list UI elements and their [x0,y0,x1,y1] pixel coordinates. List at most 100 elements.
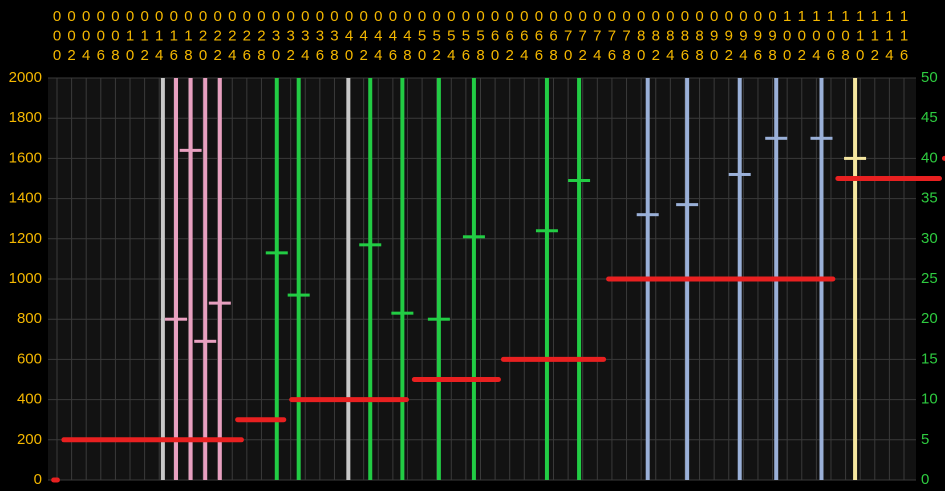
right-axis-tick: 50 [921,69,938,86]
vertical-bar [471,78,476,480]
step-segment [61,437,244,443]
vertical-bar [853,78,858,480]
bar-marker [287,293,310,297]
chart: 0 0 00 0 20 0 40 0 60 0 80 1 00 1 20 1 40 1 60 1 80 2 00 2 20 2 40… [9,8,945,488]
vertical-bar [217,78,222,480]
top-axis-label: 106 [827,8,835,64]
top-axis-label: 026 [243,8,251,64]
left-axis-tick: 1200 [9,230,42,247]
top-axis-label: 066 [535,8,543,64]
top-axis-label: 048 [403,8,411,64]
top-axis-label: 014 [155,8,163,64]
top-axis-label: 094 [739,8,747,64]
vertical-bar [544,78,549,480]
top-axis-label: 040 [345,8,353,64]
top-axis-label: 098 [768,8,776,64]
right-axis-tick: 30 [921,230,938,247]
right-axis-tick: 25 [921,270,938,287]
top-axis-label: 058 [476,8,484,64]
left-axis-tick: 1400 [9,190,42,207]
top-axis-label: 036 [316,8,324,64]
right-axis-tick: 35 [921,190,938,207]
left-axis-tick: 1800 [9,109,42,126]
top-axis-label: 016 [170,8,178,64]
top-axis-label: 032 [286,8,294,64]
right-axis-tick: 40 [921,149,938,166]
left-axis-tick: 400 [17,391,42,408]
bar-marker [208,301,231,305]
right-axis-tick: 20 [921,310,938,327]
top-axis-label: 078 [622,8,630,64]
left-axis-tick: 2000 [9,69,42,86]
right-axis-labels: 0 5 10 15 20 25 30 35 40 45 50 [921,69,938,488]
bar-marker [391,311,414,315]
left-axis-tick: 600 [17,350,42,367]
top-axis-label: 006 [97,8,105,64]
top-axis-label: 024 [228,8,236,64]
top-axis-label: 046 [389,8,397,64]
top-axis-label: 092 [725,8,733,64]
top-axis-label: 116 [900,8,908,64]
vertical-bar [346,78,351,480]
right-axis-tick: 10 [921,391,938,408]
top-axis-label: 070 [564,8,572,64]
bar-marker [194,339,217,343]
right-axis-tick: 5 [921,431,929,448]
left-axis-labels: 0 200 400 600 800 1000 1200 1400 1600 1800 2000 [9,69,42,488]
step-segment [835,176,942,181]
top-axis-label: 034 [301,8,309,64]
top-axis-label: 010 [126,8,134,64]
top-axis-label: 096 [754,8,762,64]
bar-marker [462,235,485,239]
bar-marker [810,136,833,140]
top-axis-label: 022 [213,8,221,64]
bar-marker [265,251,288,255]
top-axis-label: 088 [695,8,703,64]
top-axis-label: 100 [783,8,791,64]
top-axis-label: 110 [856,8,864,64]
bar-marker [676,203,699,207]
top-axis-label: 062 [506,8,514,64]
top-axis-label: 052 [433,8,441,64]
vertical-bar [400,78,405,480]
bar-marker [165,317,188,321]
top-axis-label: 102 [798,8,806,64]
top-axis-label: 054 [447,8,455,64]
left-axis-tick: 1600 [9,149,42,166]
bar-marker [636,213,659,217]
top-axis-label: 002 [67,8,75,64]
top-axis-label: 020 [199,8,207,64]
top-axis-label: 090 [710,8,718,64]
bar-marker [535,229,558,233]
left-axis-tick: 200 [17,431,42,448]
top-axis-label: 112 [871,8,879,64]
vertical-bar [174,78,179,480]
vertical-bar [368,78,373,480]
top-axis-label: 068 [549,8,557,64]
top-axis-label: 084 [666,8,674,64]
top-axis-label: 038 [330,8,338,64]
left-axis-tick: 0 [34,471,42,488]
bar-marker [427,317,450,321]
bar-marker [844,156,867,160]
top-axis-label: 012 [140,8,148,64]
vertical-bar [203,78,208,480]
top-axis-label: 114 [885,8,893,64]
step-segment [289,397,409,403]
top-axis-label: 030 [272,8,280,64]
right-axis-tick: 15 [921,350,938,367]
top-axis-label: 064 [520,8,528,64]
vertical-bar [436,78,441,480]
step-segment [606,276,836,282]
vertical-bar [160,78,165,480]
vertical-bar [577,78,582,480]
left-axis-tick: 800 [17,310,42,327]
bar-marker [765,136,788,140]
step-segment [500,356,607,362]
top-axis-label: 018 [184,8,192,64]
step-segment [411,377,501,382]
bar-marker [568,179,591,183]
bar-marker [728,172,751,176]
vertical-bar [188,78,193,480]
top-axis-label: 072 [579,8,587,64]
